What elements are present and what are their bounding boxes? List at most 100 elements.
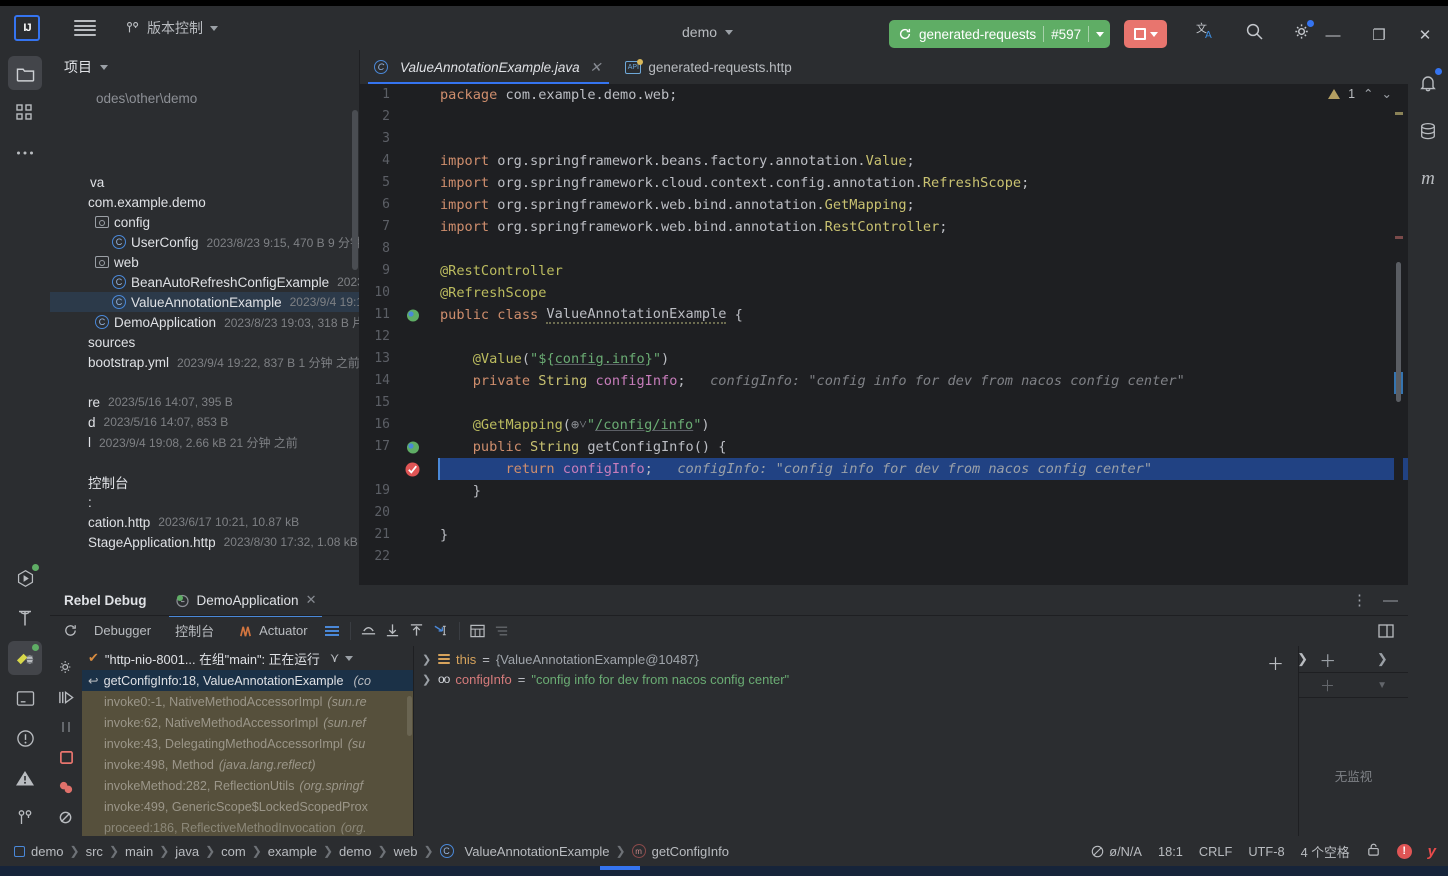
tab-generated-requests[interactable]: API generated-requests.http bbox=[611, 50, 801, 84]
chevron-right-icon[interactable]: ❯ bbox=[422, 673, 432, 686]
list-item[interactable]: l 2023/9/4 19:08, 2.66 kB 21 分钟 之前 bbox=[50, 432, 360, 452]
chevron-right-icon[interactable]: ❯ bbox=[1377, 651, 1388, 667]
sidebar-item-build[interactable] bbox=[8, 601, 42, 635]
evaluate-expression-icon[interactable] bbox=[466, 620, 490, 642]
table-row[interactable]: ↩ getConfigInfo:18, ValueAnnotationExamp… bbox=[82, 670, 413, 691]
table-row[interactable]: invoke0:-1, NativeMethodAccessorImpl (su… bbox=[82, 691, 413, 712]
step-into-icon[interactable] bbox=[381, 620, 405, 642]
list-item[interactable]: re 2023/5/16 14:07, 395 B bbox=[50, 392, 360, 412]
error-badge[interactable]: ! bbox=[1396, 843, 1412, 859]
sidebar-item-project[interactable] bbox=[8, 56, 42, 90]
translate-icon[interactable]: 文 A bbox=[1195, 20, 1217, 42]
tab-debugger[interactable]: Debugger bbox=[82, 619, 163, 643]
list-item[interactable]: d 2023/5/16 14:07, 853 B bbox=[50, 412, 360, 432]
error-stripe-warning[interactable] bbox=[1395, 112, 1403, 115]
table-row[interactable]: invoke:498, Method (java.lang.reflect) bbox=[82, 754, 413, 775]
breadcrumb[interactable]: demo ❯ src ❯ main ❯ java ❯ com ❯ example… bbox=[14, 844, 729, 859]
project-tree[interactable]: odes\other\demo va com.example.demo conf… bbox=[50, 84, 360, 552]
table-row[interactable]: invoke:43, DelegatingMethodAccessorImpl … bbox=[82, 733, 413, 754]
chevron-down-icon[interactable]: ⌄ bbox=[1382, 86, 1392, 101]
list-item[interactable]: 控制台 bbox=[50, 472, 360, 492]
close-icon[interactable]: ✕ bbox=[590, 59, 602, 76]
project-panel-header[interactable]: 项目 bbox=[50, 50, 360, 84]
chevron-up-icon[interactable]: ⌃ bbox=[1363, 86, 1373, 101]
code-content[interactable]: package com.example.demo.web; import org… bbox=[438, 84, 1408, 585]
sidebar-item-database[interactable] bbox=[1413, 116, 1443, 146]
file-encoding[interactable]: UTF-8 bbox=[1248, 844, 1284, 859]
code-line[interactable]: import org.springframework.web.bind.anno… bbox=[438, 194, 1408, 216]
mute-breakpoints-icon[interactable] bbox=[53, 804, 79, 830]
list-item[interactable]: config bbox=[50, 212, 360, 232]
list-item[interactable]: sources bbox=[50, 332, 360, 352]
tab-actuator[interactable]: Actuator bbox=[226, 619, 319, 643]
frames-panel[interactable]: ✔ "http-nio-8001... 在组"main": 正在运行 ⋎ ↩ g… bbox=[82, 646, 414, 836]
sidebar-item-terminal[interactable] bbox=[8, 681, 42, 715]
step-over-icon[interactable] bbox=[357, 620, 381, 642]
error-stripe-error[interactable] bbox=[1395, 236, 1403, 239]
minimize-icon[interactable]: — bbox=[1383, 592, 1398, 609]
code-line[interactable]: public String getConfigInfo() { bbox=[438, 436, 1408, 458]
minimize-button[interactable]: — bbox=[1310, 20, 1356, 50]
main-menu-icon[interactable] bbox=[74, 20, 96, 36]
line-separator[interactable]: CRLF bbox=[1199, 844, 1232, 859]
code-line-current[interactable]: return configInfo; configInfo: "config i… bbox=[438, 458, 1408, 480]
layout-toggle-icon[interactable] bbox=[1374, 620, 1398, 642]
code-line[interactable]: import org.springframework.cloud.context… bbox=[438, 172, 1408, 194]
add-to-watches-icon[interactable]: ＋ bbox=[1320, 675, 1335, 696]
list-item[interactable]: C UserConfig 2023/8/23 9:15, 470 B 9 分钟 … bbox=[50, 232, 360, 252]
resume-program-icon[interactable] bbox=[53, 684, 79, 710]
add-watch-icon[interactable]: ＋ bbox=[1319, 647, 1336, 672]
editor-gutter[interactable]: 1 2 3 4 5 6 7 8 9 10 11 12 13 14 15 16 1… bbox=[360, 84, 438, 585]
unlock-icon[interactable] bbox=[1366, 842, 1381, 860]
thread-selector[interactable]: ✔ "http-nio-8001... 在组"main": 正在运行 ⋎ bbox=[82, 646, 413, 670]
chevron-down-icon[interactable] bbox=[1149, 31, 1158, 37]
stop-program-icon[interactable] bbox=[53, 744, 79, 770]
filter-icon[interactable]: ⋎ bbox=[330, 650, 339, 666]
list-item[interactable]: C DemoApplication 2023/8/23 19:03, 318 B… bbox=[50, 312, 360, 332]
code-line[interactable]: public class ValueAnnotationExample { bbox=[438, 304, 1408, 326]
maximize-button[interactable]: ❐ bbox=[1356, 20, 1402, 50]
sidebar-item-debug[interactable] bbox=[8, 641, 42, 675]
tab-console[interactable]: 控制台 bbox=[163, 619, 226, 643]
chevron-down-icon[interactable] bbox=[345, 655, 354, 661]
table-row[interactable]: invoke:62, NativeMethodAccessorImpl (sun… bbox=[82, 712, 413, 733]
variable-row-configinfo[interactable]: ❯ oo configInfo = "config info for dev f… bbox=[414, 669, 1298, 689]
sidebar-item-warnings[interactable] bbox=[8, 761, 42, 795]
table-row[interactable]: invoke:499, GenericScope$LockedScopedPro… bbox=[82, 796, 413, 817]
breadcrumb-item[interactable]: com bbox=[221, 844, 246, 859]
add-watch-button[interactable]: ＋ bbox=[1267, 650, 1284, 675]
step-out-icon[interactable] bbox=[405, 620, 429, 642]
code-line[interactable]: } bbox=[438, 524, 1408, 546]
caret-position[interactable]: 18:1 bbox=[1158, 844, 1183, 859]
breadcrumb-item[interactable]: src bbox=[86, 844, 103, 859]
list-item[interactable]: C BeanAutoRefreshConfigExample 2023/9/4 … bbox=[50, 272, 360, 292]
table-row[interactable]: invokeMethod:282, ReflectionUtils (org.s… bbox=[82, 775, 413, 796]
layout-settings-icon[interactable] bbox=[320, 620, 344, 642]
table-row[interactable]: proceed:186, ReflectiveMethodInvocation … bbox=[82, 817, 413, 836]
git-status-widget[interactable]: ø/N/A bbox=[1091, 844, 1142, 859]
code-line[interactable]: @GetMapping(⊕˅ "/config/info ") bbox=[438, 414, 1408, 436]
watches-panel[interactable]: ＋ ❯ ＋ ▼ 无监视 bbox=[1298, 646, 1408, 836]
filter-frames-icon[interactable] bbox=[490, 620, 514, 642]
debug-session-tab[interactable]: DemoApplication ✕ bbox=[168, 585, 323, 617]
code-line[interactable]: package com.example.demo.web; bbox=[438, 84, 1408, 106]
variable-row-this[interactable]: ❯ this = {ValueAnnotationExample@10487} bbox=[414, 649, 1298, 669]
list-item-selected[interactable]: C ValueAnnotationExample 2023/9/4 19:13,… bbox=[50, 292, 360, 312]
editor-scrollbar[interactable] bbox=[1394, 84, 1403, 585]
code-line[interactable]: @Value("${config.info}") bbox=[438, 348, 1408, 370]
breadcrumb-item[interactable]: ValueAnnotationExample bbox=[465, 844, 610, 859]
search-icon[interactable] bbox=[1243, 20, 1265, 42]
list-item[interactable]: com.example.demo bbox=[50, 192, 360, 212]
view-breakpoints-icon[interactable] bbox=[53, 774, 79, 800]
breadcrumb-item[interactable]: example bbox=[268, 844, 317, 859]
list-item[interactable]: StageApplication.http 2023/8/30 17:32, 1… bbox=[50, 532, 360, 552]
list-item[interactable]: va bbox=[50, 172, 360, 192]
breadcrumb-item[interactable]: web bbox=[394, 844, 418, 859]
sidebar-item-notifications[interactable] bbox=[1413, 68, 1443, 98]
code-line[interactable]: private String configInfo; configInfo: "… bbox=[438, 370, 1408, 392]
brand-badge-icon[interactable]: y bbox=[1428, 843, 1436, 860]
code-line[interactable]: } bbox=[438, 480, 1408, 502]
tree-row-path[interactable]: odes\other\demo bbox=[50, 88, 360, 108]
project-tree-scrollbar[interactable] bbox=[352, 110, 358, 270]
tab-value-annotation-example[interactable]: C ValueAnnotationExample.java ✕ bbox=[360, 50, 611, 84]
